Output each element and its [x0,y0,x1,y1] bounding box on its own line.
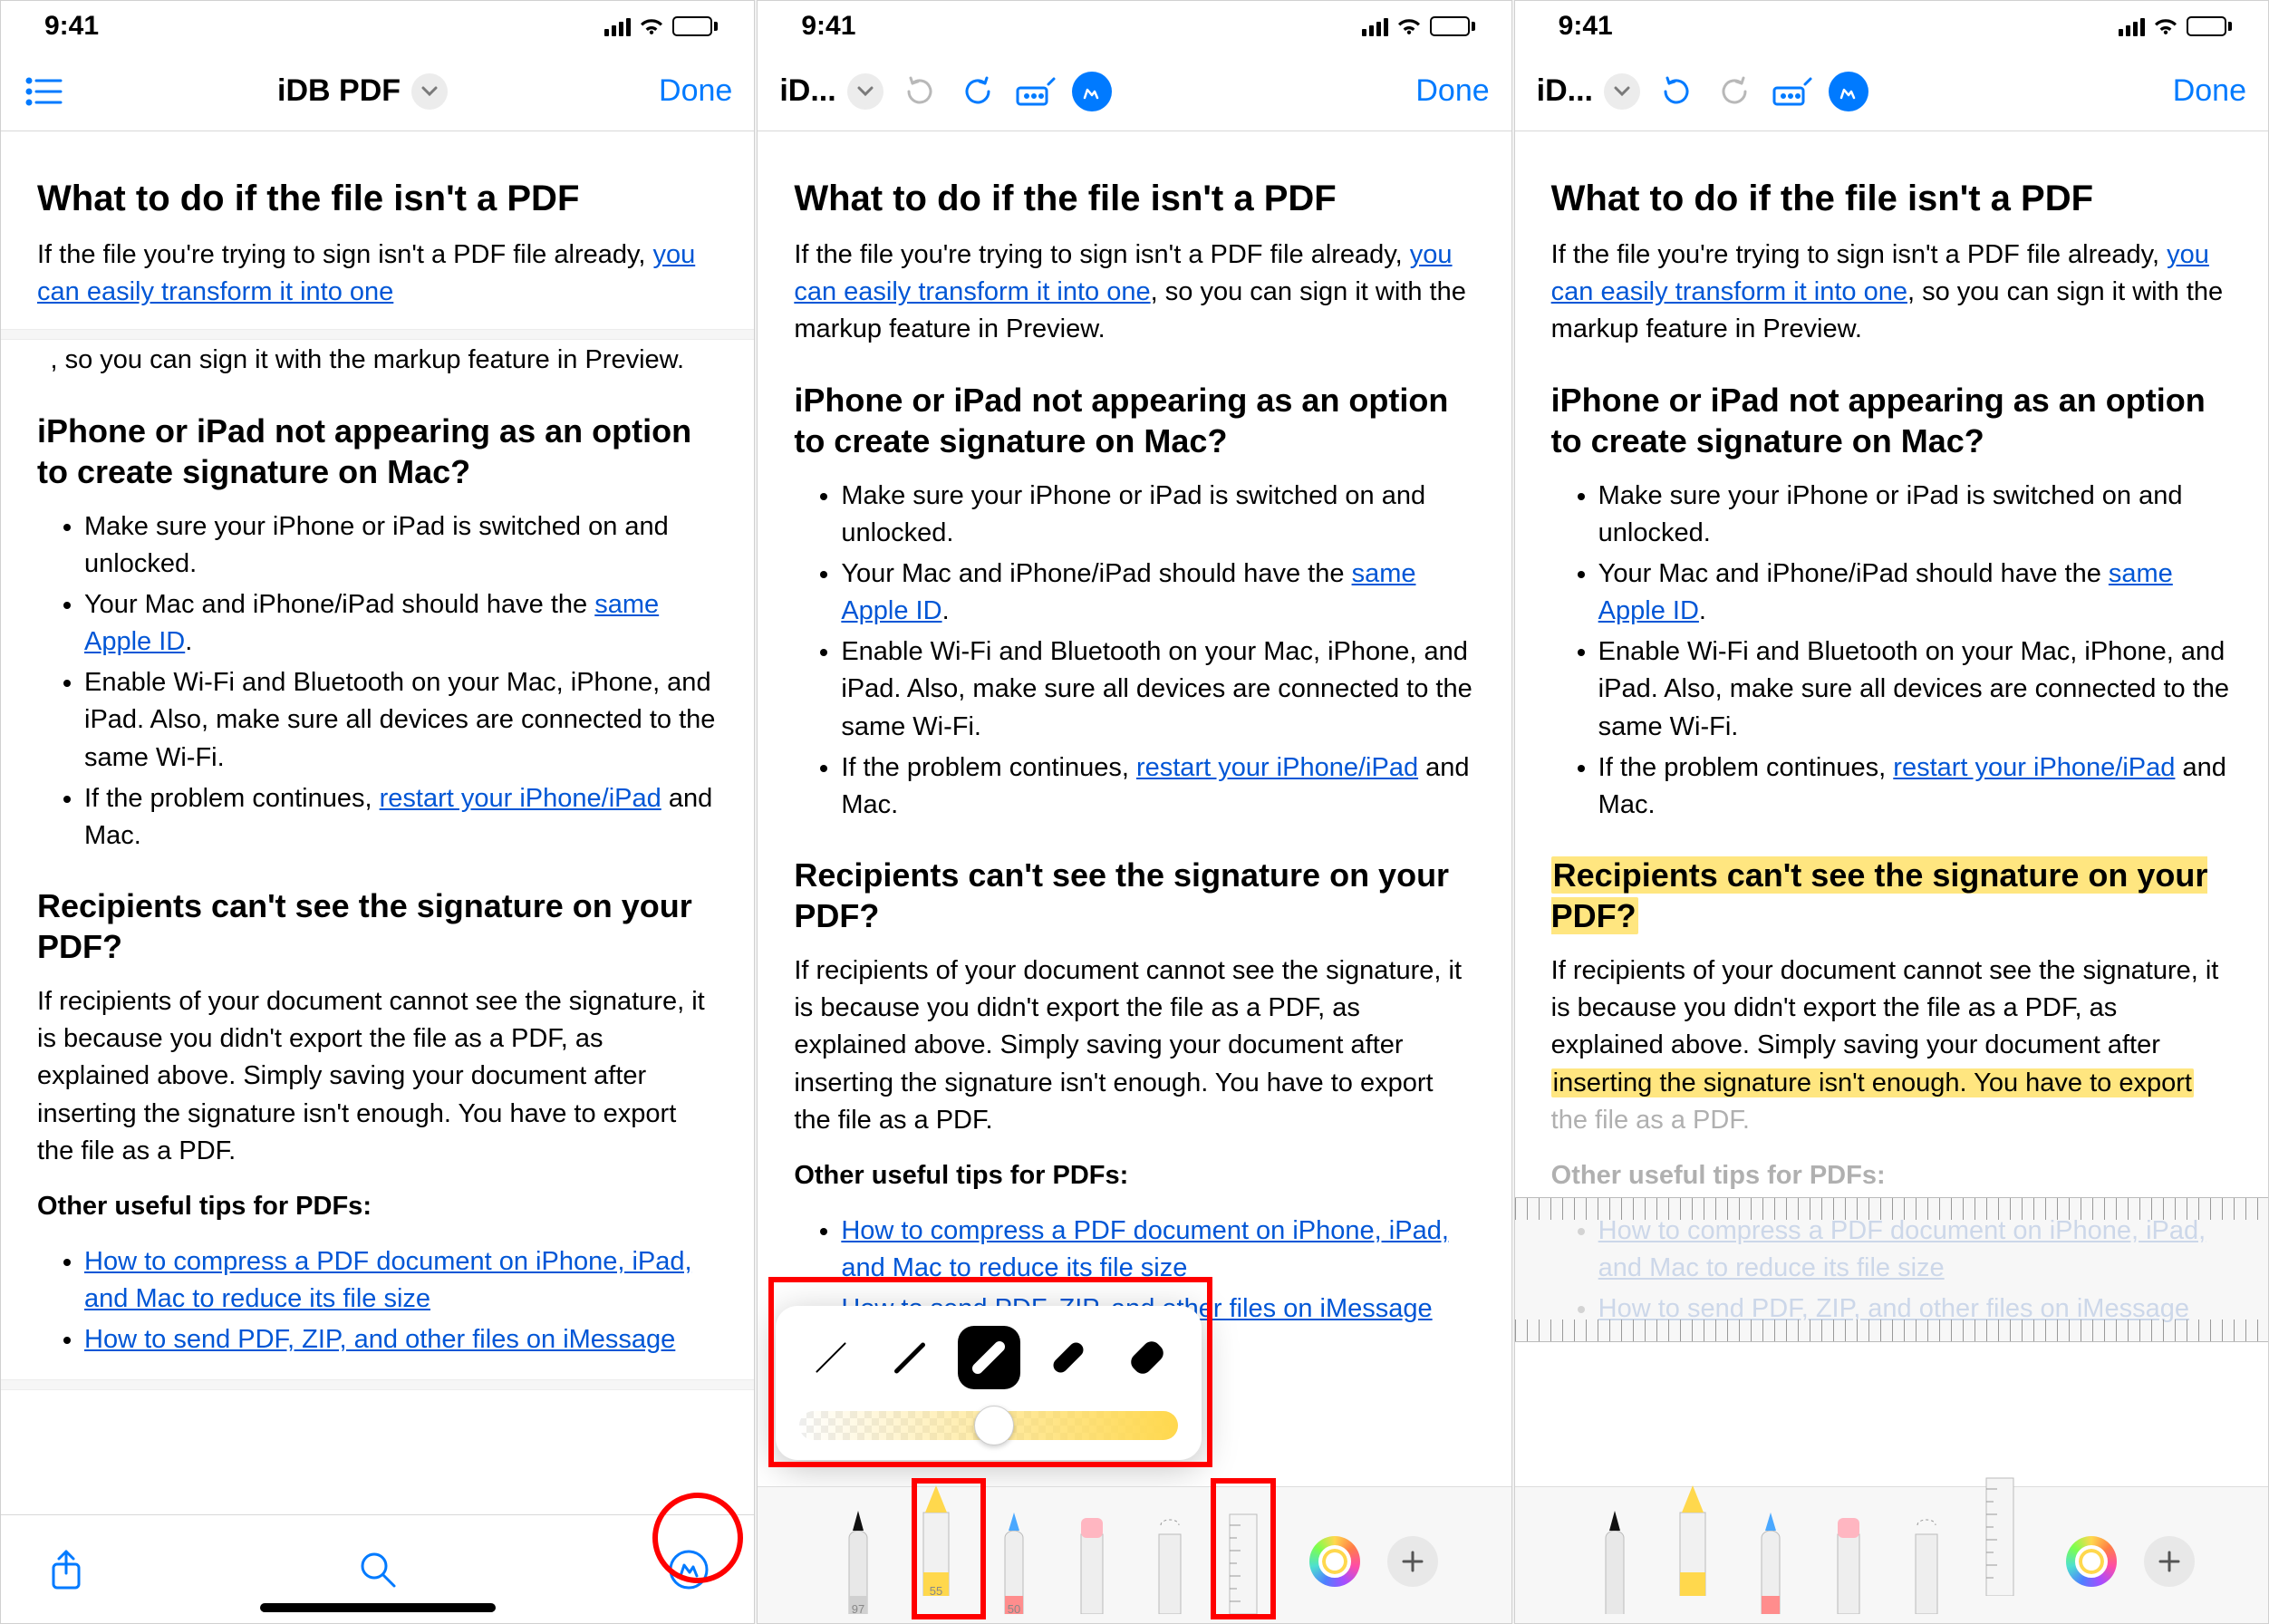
status-bar: 9:41 [758,1,1511,52]
pen-tool[interactable]: 97 [831,1505,885,1614]
add-tool-button[interactable] [1387,1536,1438,1587]
battery-icon [672,16,718,36]
opacity-slider[interactable] [799,1411,1178,1440]
eraser-tool[interactable] [1065,1505,1119,1614]
heading-not-appearing: iPhone or iPad not appearing as an optio… [37,411,718,492]
battery-icon [2187,16,2232,36]
heading-recipients: Recipients can't see the signature on yo… [37,885,718,967]
eraser-tool[interactable] [1821,1505,1876,1614]
status-time: 9:41 [1559,11,1613,42]
pencil-tool[interactable]: 50 [987,1505,1041,1614]
redo-icon[interactable] [956,70,999,113]
redo-icon[interactable] [1713,70,1756,113]
cellular-icon [2119,16,2145,36]
tip-compress-link[interactable]: How to compress a PDF document on iPhone… [84,1247,692,1313]
doc-title[interactable]: iD... [1537,73,1640,110]
opacity-thumb[interactable] [974,1406,1014,1445]
search-icon[interactable] [351,1542,405,1597]
nav-bar: iD... Done [1515,52,2268,131]
status-time: 9:41 [801,11,855,42]
cellular-icon [604,16,631,36]
status-time: 9:41 [44,11,99,42]
wifi-icon [1395,16,1423,36]
markup-icon[interactable] [661,1542,716,1597]
cellular-icon [1362,16,1388,36]
doc-title[interactable]: iDB PDF [277,73,448,110]
nav-bar: iDB PDF Done [1,52,754,131]
status-bar: 9:41 [1515,1,2268,52]
chevron-down-icon[interactable] [847,73,883,110]
ruler-tool[interactable] [1977,1487,2032,1596]
nav-bar: iD... Done [758,52,1511,131]
status-bar: 9:41 [1,1,754,52]
stroke-width-4[interactable] [1037,1326,1099,1389]
screenshot-1: 9:41 iDB PDF Done What to do if the f [0,0,755,1624]
screenshot-3: 9:41 iD... Done What to do if the file i… [1514,0,2269,1624]
markup-tray: 97 55 50 [758,1486,1511,1623]
ruler-overlay[interactable] [1515,1197,2268,1342]
autoshape-icon[interactable] [1771,70,1814,113]
done-button[interactable]: Done [1415,73,1489,109]
highlighter-tool[interactable] [1666,1487,1720,1596]
markup-tray [1515,1486,2268,1623]
share-icon[interactable] [39,1542,93,1597]
color-picker-button[interactable] [2066,1536,2117,1587]
markup-active-icon[interactable] [1072,72,1112,111]
wifi-icon [638,16,665,36]
list-icon[interactable] [23,70,66,113]
wifi-icon [2152,16,2179,36]
pdf-content[interactable]: What to do if the file isn't a PDF If th… [1515,131,2268,1623]
chevron-down-icon[interactable] [1604,73,1640,110]
battery-icon [1430,16,1475,36]
heading-recipients-highlighted: Recipients can't see the signature on yo… [1551,855,2232,936]
markup-active-icon[interactable] [1829,72,1868,111]
doc-title[interactable]: iD... [779,73,883,110]
page-break-2 [1,1379,754,1390]
page-break [1,329,754,340]
undo-icon[interactable] [1655,70,1698,113]
home-indicator[interactable] [260,1603,496,1612]
lasso-tool[interactable] [1899,1505,1954,1614]
undo-icon[interactable] [898,70,941,113]
done-button[interactable]: Done [2173,73,2246,109]
highlighter-tool[interactable]: 55 [909,1487,963,1596]
heading-not-pdf: What to do if the file isn't a PDF [37,177,718,220]
pen-tool[interactable] [1588,1505,1642,1614]
add-tool-button[interactable] [2144,1536,2195,1587]
stroke-width-1[interactable] [799,1326,862,1389]
stroke-width-3[interactable] [958,1326,1020,1389]
heading-tips: Other useful tips for PDFs: [37,1188,718,1225]
stroke-options-popup [776,1306,1202,1460]
done-button[interactable]: Done [659,73,732,109]
stroke-width-2[interactable] [879,1326,941,1389]
chevron-down-icon[interactable] [411,73,448,110]
pencil-tool[interactable] [1743,1505,1798,1614]
color-picker-button[interactable] [1309,1536,1360,1587]
tip-imessage-link[interactable]: How to send PDF, ZIP, and other files on… [84,1325,675,1354]
screenshot-2: 9:41 iD... Done What to do if the file i… [757,0,1511,1624]
lasso-tool[interactable] [1143,1505,1197,1614]
restart-link[interactable]: restart your iPhone/iPad [380,784,661,813]
stroke-width-5[interactable] [1115,1326,1178,1389]
ruler-tool[interactable] [1221,1505,1275,1614]
pdf-content[interactable]: What to do if the file isn't a PDF If th… [1,131,754,1623]
autoshape-icon[interactable] [1014,70,1057,113]
